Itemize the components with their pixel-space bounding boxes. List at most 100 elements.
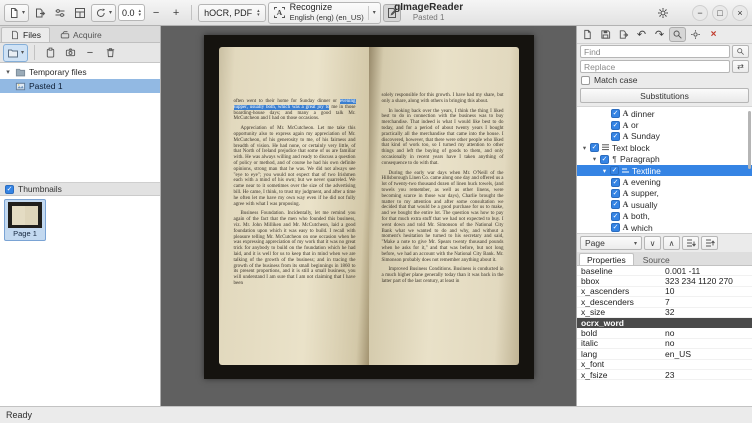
open-files-button[interactable]: ▾ xyxy=(3,44,28,62)
zoom-out-button[interactable]: − xyxy=(147,4,165,22)
tree-item-word[interactable]: ✓Aor xyxy=(577,119,752,130)
tree-item-word[interactable]: ✓ASunday xyxy=(577,131,752,142)
paragraph-checkbox[interactable]: ✓ xyxy=(600,155,609,164)
temporary-files-row[interactable]: ▾ Temporary files xyxy=(0,65,160,79)
pasted-file-row[interactable]: Pasted 1 xyxy=(0,79,160,93)
tree-item-word[interactable]: ✓Adinner xyxy=(577,108,752,119)
rotation-angle-spinbox[interactable]: 0.0 ▴▾ xyxy=(118,4,145,21)
tree-scrollbar[interactable] xyxy=(748,111,751,169)
thumbnails-header[interactable]: ✓ Thumbnails xyxy=(0,183,160,196)
word-checkbox[interactable]: ✓ xyxy=(611,200,620,209)
navigate-previous-button[interactable]: ∧ xyxy=(663,236,680,250)
find-input[interactable] xyxy=(580,45,730,58)
detect-layout-button[interactable] xyxy=(71,4,89,22)
property-row[interactable]: x_ascenders10 xyxy=(577,287,752,297)
rotate-button[interactable]: ▾ xyxy=(91,4,116,22)
redo-button[interactable]: ↷ xyxy=(651,27,668,42)
tree-item-word[interactable]: ✓Aevening xyxy=(577,176,752,187)
tab-acquire[interactable]: Acquire xyxy=(51,27,111,42)
minimize-icon: − xyxy=(697,8,702,18)
replace-button[interactable]: ⇄ xyxy=(732,60,749,73)
screenshot-button[interactable] xyxy=(61,44,79,62)
property-group-row[interactable]: ocrx_word xyxy=(577,318,752,328)
property-row[interactable]: x_fsize23 xyxy=(577,370,752,380)
word-checkbox[interactable]: ✓ xyxy=(611,132,620,141)
app-menu-button[interactable] xyxy=(654,4,672,22)
delete-file-button[interactable] xyxy=(101,44,119,62)
tab-source[interactable]: Source xyxy=(635,253,678,265)
word-checkbox[interactable]: ✓ xyxy=(611,223,620,232)
find-next-button[interactable] xyxy=(732,45,749,58)
remove-file-button[interactable]: − xyxy=(81,44,99,62)
expander-icon[interactable]: ▾ xyxy=(591,155,598,163)
property-row[interactable]: x_font xyxy=(577,360,752,370)
find-replace-toggle[interactable] xyxy=(669,27,686,42)
close-button[interactable]: × xyxy=(732,5,748,21)
tab-files[interactable]: Files xyxy=(1,27,50,42)
toolbar-separator xyxy=(191,5,192,20)
page-selector[interactable]: Page ▾ xyxy=(580,236,642,250)
tree-item-textline[interactable]: ▾✓ Textline xyxy=(577,165,752,176)
expander-icon[interactable]: ▾ xyxy=(4,68,12,76)
thumbnail-image xyxy=(8,202,42,228)
substitutions-button[interactable]: Substitutions xyxy=(580,88,749,103)
word-icon: A xyxy=(622,178,629,187)
tree-item-word[interactable]: ✓Awhich xyxy=(577,222,752,233)
ocr-mode-select[interactable]: hOCR, PDF ▴▾ xyxy=(198,4,266,22)
image-controls-button[interactable] xyxy=(51,4,69,22)
thumbnails-checkbox[interactable]: ✓ xyxy=(5,185,14,194)
export-output-button[interactable] xyxy=(615,27,632,42)
navigate-next-button[interactable]: ∨ xyxy=(644,236,661,250)
save-hocr-button[interactable] xyxy=(597,27,614,42)
thumbnail-page-1[interactable]: Page 1 xyxy=(4,199,46,241)
open-button[interactable]: ▾ xyxy=(4,4,29,22)
spinner-arrows-icon[interactable]: ▴▾ xyxy=(139,9,142,17)
folder-icon xyxy=(15,67,26,78)
block-checkbox[interactable]: ✓ xyxy=(590,143,599,152)
tab-properties[interactable]: Properties xyxy=(579,253,634,265)
property-row[interactable]: x_descenders7 xyxy=(577,297,752,307)
toolbar-separator xyxy=(34,45,35,60)
textline-checkbox[interactable]: ✓ xyxy=(610,166,619,175)
word-checkbox[interactable]: ✓ xyxy=(611,121,620,130)
property-row[interactable]: langen_US xyxy=(577,349,752,359)
collapse-all-button[interactable] xyxy=(701,236,718,250)
property-row[interactable]: x_size32 xyxy=(577,308,752,318)
clear-output-button[interactable]: × xyxy=(705,27,722,42)
recognize-menu-arrow[interactable]: ▾ xyxy=(368,6,376,20)
tree-item-label: which xyxy=(631,223,653,233)
zoom-in-button[interactable]: + xyxy=(167,4,185,22)
recognize-button[interactable]: A Recognize English (eng) (en_US) ▾ xyxy=(268,2,381,24)
tree-item-word[interactable]: ✓Asupper, xyxy=(577,188,752,199)
property-row[interactable]: boldno xyxy=(577,328,752,338)
paste-button[interactable] xyxy=(41,44,59,62)
tree-item-label: both, xyxy=(631,211,650,221)
word-checkbox[interactable]: ✓ xyxy=(611,109,620,118)
tree-item-label: Textline xyxy=(632,166,661,176)
open-hocr-button[interactable] xyxy=(579,27,596,42)
output-pane-toggle[interactable] xyxy=(383,4,401,22)
word-checkbox[interactable]: ✓ xyxy=(611,189,620,198)
undo-button[interactable]: ↶ xyxy=(633,27,650,42)
tree-item-paragraph[interactable]: ▾✓ ¶ Paragraph xyxy=(577,154,752,165)
property-row[interactable]: italicno xyxy=(577,339,752,349)
expand-all-button[interactable] xyxy=(682,236,699,250)
property-row[interactable]: bbox323 234 1120 270 xyxy=(577,276,752,286)
chevron-down-icon: ▾ xyxy=(109,9,112,16)
expander-icon[interactable]: ▾ xyxy=(581,144,588,152)
property-row[interactable]: baseline0.001 -11 xyxy=(577,266,752,276)
replace-input[interactable] xyxy=(580,60,730,73)
word-checkbox[interactable]: ✓ xyxy=(611,178,620,187)
match-case-checkbox[interactable] xyxy=(581,76,590,85)
tree-item-word[interactable]: ✓Aboth, xyxy=(577,211,752,222)
image-canvas[interactable]: often went to their home for Sunday dinn… xyxy=(161,26,576,406)
export-button[interactable] xyxy=(31,4,49,22)
tree-item-word[interactable]: ✓Ausually xyxy=(577,199,752,210)
maximize-button[interactable]: □ xyxy=(712,5,728,21)
expander-icon[interactable]: ▾ xyxy=(601,167,608,175)
output-settings-button[interactable] xyxy=(687,27,704,42)
minimize-button[interactable]: − xyxy=(692,5,708,21)
tree-item-block[interactable]: ▾✓ Text block xyxy=(577,142,752,153)
scanned-book-image[interactable]: often went to their home for Sunday dinn… xyxy=(204,35,534,379)
word-checkbox[interactable]: ✓ xyxy=(611,212,620,221)
